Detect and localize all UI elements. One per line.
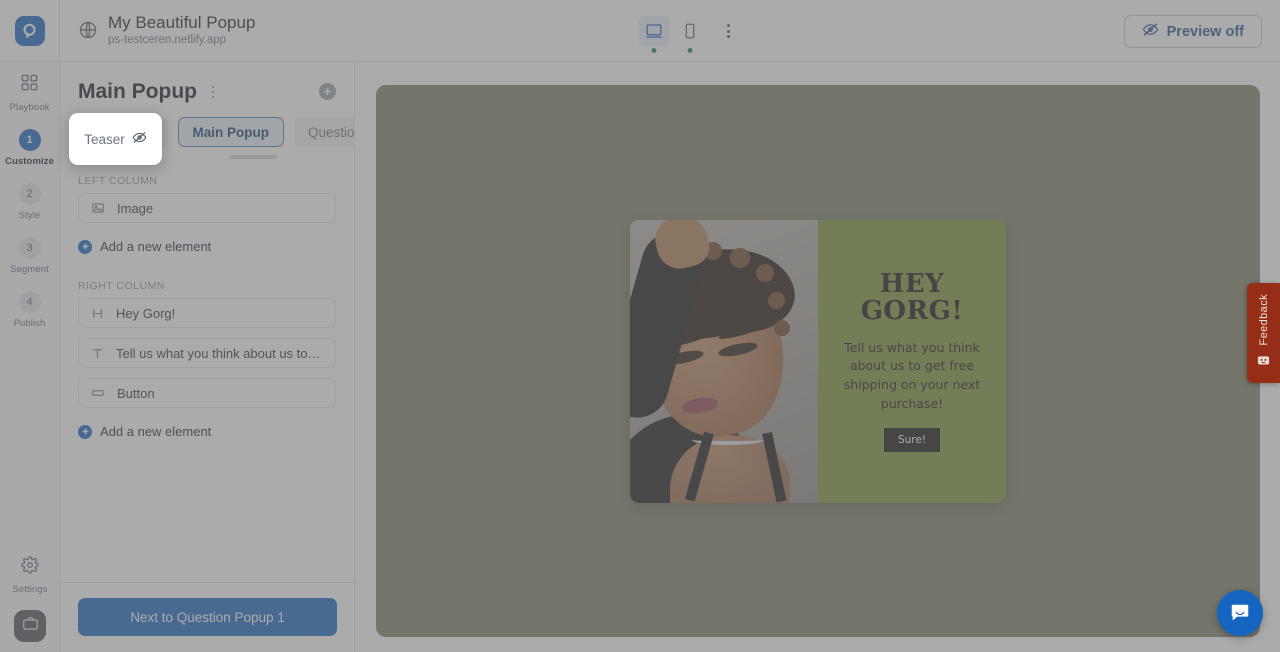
top-header: My Beautiful Popup ps-testceren.netlify.… — [0, 0, 1280, 62]
logo-cell[interactable] — [0, 0, 60, 62]
feedback-label: Feedback — [1258, 294, 1270, 346]
globe-icon — [78, 20, 98, 40]
popup-cta-button[interactable]: Sure! — [884, 428, 940, 452]
sidebar-item-label: Publish — [14, 318, 46, 329]
rail-bottom-group: Settings — [0, 545, 60, 642]
grid-icon — [20, 73, 39, 97]
kebab-menu-icon[interactable] — [203, 82, 223, 102]
list-item[interactable]: Button — [78, 378, 336, 408]
preview-canvas: Hey Gorg! Tell us what you think about u… — [376, 85, 1260, 637]
next-step-button[interactable]: Next to Question Popup 1 — [78, 598, 337, 636]
popup-preview-card[interactable]: Hey Gorg! Tell us what you think about u… — [630, 220, 1006, 503]
eye-off-icon — [132, 130, 147, 148]
desktop-status-dot — [652, 48, 657, 53]
page-title: My Beautiful Popup — [108, 13, 255, 33]
sidebar-item-label: Customize — [5, 156, 54, 167]
list-item-label: Button — [117, 386, 155, 401]
left-nav-rail: Playbook 1 Customize 2 Style 3 Segment 4… — [0, 62, 60, 652]
popup-heading: Hey Gorg! — [832, 271, 992, 324]
mobile-status-dot — [688, 48, 693, 53]
popup-content-panel: Hey Gorg! Tell us what you think about u… — [818, 220, 1006, 503]
list-item[interactable]: Hey Gorg! — [78, 298, 336, 328]
add-element-label: Add a new element — [100, 239, 211, 254]
sidebar-item-playbook[interactable]: Playbook — [0, 62, 59, 118]
mobile-icon[interactable] — [675, 16, 705, 46]
sidebar-item-label: Segment — [10, 264, 49, 275]
popup-image[interactable] — [630, 220, 818, 503]
list-item-label: Image — [117, 201, 153, 216]
heading-icon — [91, 307, 104, 320]
preview-toggle-button[interactable]: Preview off — [1124, 15, 1262, 48]
chat-bubble-icon[interactable] — [1217, 590, 1263, 636]
tab-label: Question P — [308, 125, 355, 140]
photo-knot — [774, 320, 790, 336]
add-element-label: Add a new element — [100, 424, 211, 439]
tab-label: Main Popup — [193, 125, 270, 140]
photo-knot — [768, 292, 785, 309]
step-number: 4 — [19, 291, 41, 313]
gear-icon — [21, 556, 39, 579]
preview-toggle-label: Preview off — [1167, 24, 1244, 40]
panel-title: Main Popup — [78, 80, 197, 104]
list-item-label: Tell us what you think about us to get..… — [116, 346, 323, 361]
photo-knot — [756, 264, 774, 282]
photo-knot — [730, 248, 750, 268]
text-icon — [91, 347, 104, 360]
eye-off-icon — [1142, 21, 1159, 42]
plus-circle-icon[interactable] — [319, 83, 336, 100]
add-element-left-button[interactable]: Add a new element — [78, 233, 336, 260]
popup-body-text: Tell us what you think about us to get f… — [832, 339, 992, 414]
tab-question-popup[interactable]: Question P — [294, 117, 355, 147]
device-toggle-group — [639, 0, 741, 62]
site-url: ps-testceren.netlify.app — [108, 33, 255, 48]
site-info: My Beautiful Popup ps-testceren.netlify.… — [60, 13, 255, 48]
sidebar-item-settings[interactable]: Settings — [0, 545, 60, 600]
plus-circle-icon — [78, 425, 92, 439]
sidebar-item-segment[interactable]: 3 Segment — [0, 226, 59, 280]
popupsmart-logo-icon[interactable] — [15, 16, 45, 46]
kebab-menu-icon[interactable] — [715, 18, 741, 44]
right-column-label: RIGHT COLUMN — [60, 264, 354, 298]
desktop-icon[interactable] — [639, 16, 669, 46]
avatar[interactable] — [14, 610, 46, 642]
image-icon — [91, 201, 105, 215]
briefcase-icon — [22, 615, 39, 637]
panel-footer: Next to Question Popup 1 — [60, 582, 355, 652]
sidebar-item-label: Style — [19, 210, 41, 221]
sidebar-item-label: Settings — [12, 584, 47, 595]
tab-teaser-highlight[interactable]: Teaser — [69, 113, 162, 165]
step-number: 3 — [19, 237, 41, 259]
plus-circle-icon — [78, 240, 92, 254]
tab-label: Teaser — [84, 132, 125, 147]
sidebar-item-customize[interactable]: 1 Customize — [0, 118, 59, 172]
app-root: My Beautiful Popup ps-testceren.netlify.… — [0, 0, 1280, 652]
tab-main-popup[interactable]: Main Popup — [178, 117, 285, 147]
sidebar-item-label: Playbook — [10, 102, 50, 113]
add-element-right-button[interactable]: Add a new element — [78, 418, 336, 445]
sidebar-item-publish[interactable]: 4 Publish — [0, 280, 59, 334]
sidebar-item-style[interactable]: 2 Style — [0, 172, 59, 226]
button-icon — [91, 386, 105, 400]
robot-face-icon — [1256, 352, 1271, 372]
list-item[interactable]: Tell us what you think about us to get..… — [78, 338, 336, 368]
panel-title-row: Main Popup — [60, 62, 354, 104]
step-number: 2 — [19, 183, 41, 205]
list-item-label: Hey Gorg! — [116, 306, 175, 321]
list-item[interactable]: Image — [78, 193, 336, 223]
step-number: 1 — [19, 129, 41, 151]
feedback-tab[interactable]: Feedback — [1247, 283, 1280, 383]
